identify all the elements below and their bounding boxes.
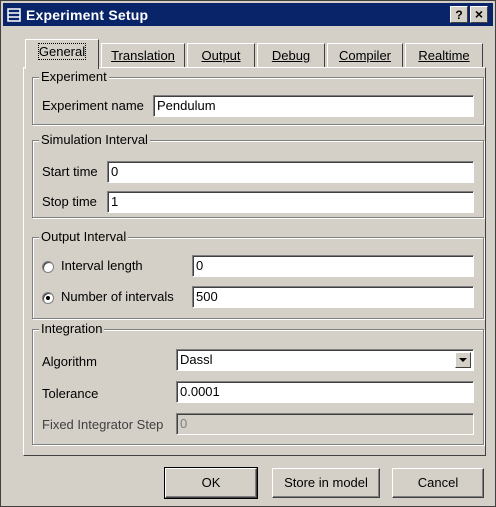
tolerance-field[interactable]: 0.0001	[176, 381, 474, 403]
integration-group-label: Integration	[39, 321, 105, 336]
ok-button[interactable]: OK	[164, 467, 258, 499]
fixed-integrator-step-field: 0	[176, 413, 474, 435]
algorithm-select[interactable]: Dassl	[176, 349, 474, 371]
tab-label: Compiler	[338, 48, 391, 63]
close-button[interactable]: ×	[470, 6, 488, 23]
interval-length-field[interactable]: 0	[192, 255, 474, 277]
experiment-group-label: Experiment	[39, 69, 109, 84]
simulation-interval-group-label: Simulation Interval	[39, 132, 150, 147]
tab-realtime[interactable]: Realtime	[405, 43, 483, 67]
experiment-name-field[interactable]: Pendulum	[153, 95, 474, 117]
tab-label: Output	[201, 48, 241, 63]
stop-time-field[interactable]: 1	[107, 191, 474, 213]
experiment-setup-dialog: Experiment Setup ? × General Translation…	[0, 0, 496, 507]
interval-length-radio[interactable]	[42, 261, 54, 273]
tab-output[interactable]: Output	[187, 43, 255, 67]
tab-compiler[interactable]: Compiler	[327, 43, 403, 67]
stop-time-label: Stop time	[42, 194, 97, 209]
tab-label: Realtime	[418, 48, 470, 63]
tolerance-label: Tolerance	[42, 386, 99, 401]
dialog-icon	[7, 8, 21, 22]
cancel-button[interactable]: Cancel	[392, 468, 484, 498]
number-of-intervals-radio[interactable]	[42, 292, 54, 304]
experiment-name-label: Experiment name	[42, 98, 144, 113]
number-of-intervals-label[interactable]: Number of intervals	[61, 289, 174, 304]
start-time-label: Start time	[42, 164, 98, 179]
fixed-integrator-step-label: Fixed Integrator Step	[42, 417, 164, 432]
tab-label: General	[37, 43, 87, 60]
output-interval-group-label: Output Interval	[39, 229, 129, 244]
algorithm-value: Dassl	[180, 352, 213, 367]
title-bar[interactable]: Experiment Setup ? ×	[3, 3, 493, 26]
store-in-model-button[interactable]: Store in model	[272, 468, 380, 498]
tab-debug[interactable]: Debug	[257, 43, 325, 67]
tab-label: Translation	[111, 48, 175, 63]
radio-selected-dot	[46, 296, 50, 300]
tab-label: Debug	[271, 48, 311, 63]
algorithm-label: Algorithm	[42, 354, 97, 369]
tab-general[interactable]: General	[25, 39, 99, 69]
number-of-intervals-field[interactable]: 500	[192, 286, 474, 308]
tab-translation[interactable]: Translation	[101, 43, 185, 67]
interval-length-label[interactable]: Interval length	[61, 258, 143, 273]
help-button[interactable]: ?	[450, 6, 468, 23]
window-title: Experiment Setup	[26, 7, 149, 23]
chevron-down-icon[interactable]	[455, 352, 471, 368]
start-time-field[interactable]: 0	[107, 161, 474, 183]
